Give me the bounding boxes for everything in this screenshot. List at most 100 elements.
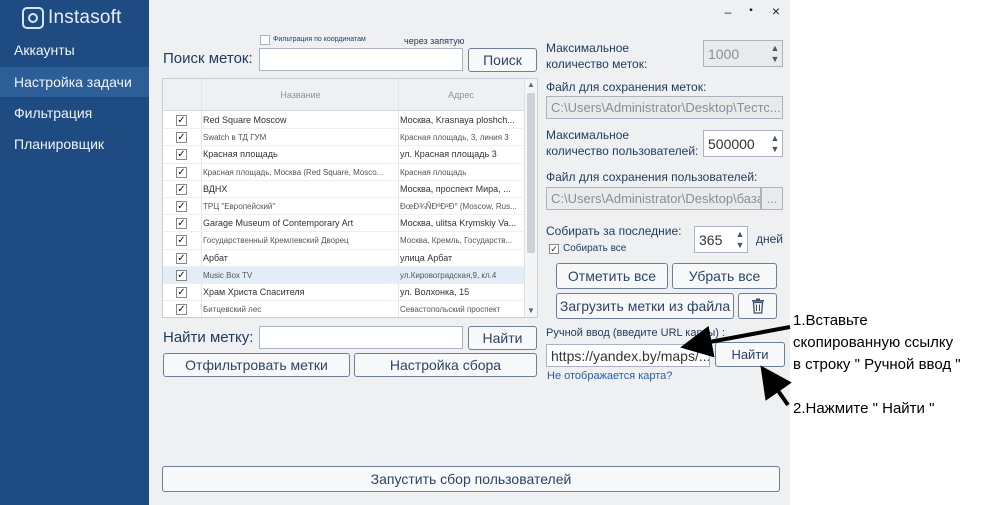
row-checkbox[interactable]: ✓ [176, 201, 187, 212]
search-input[interactable] [259, 48, 463, 71]
search-tags-label: Поиск меток: [163, 50, 253, 67]
manual-url-input[interactable]: https://yandex.by/maps/... [546, 344, 710, 367]
table-row[interactable]: ✓ Красная площадь ул. Красная площадь 3 [163, 146, 525, 164]
collect-period-label: Собирать за последние: [546, 224, 682, 238]
row-name: Garage Museum of Contemporary Art [203, 218, 354, 229]
filter-coords-label: Фильтрация по координатам [273, 36, 366, 43]
table-row[interactable]: ✓ ТРЦ "Европейский" ÐœÐ¾ÑÐºÐ²Ð° (Moscow, R… [163, 198, 525, 216]
row-checkbox[interactable]: ✓ [176, 235, 187, 247]
table-row[interactable]: ✓ Государственный Кремлевский Дворец Москв… [163, 232, 525, 250]
row-address: ÐœÐ¾ÑÐºÐ²Ð° (Moscow, Rus... [400, 202, 517, 211]
start-collection-button[interactable]: Запустить сбор пользователей [162, 466, 780, 492]
find-tag-input[interactable] [259, 326, 463, 349]
max-tags-input[interactable]: 1000 ▲ ▼ [703, 40, 783, 67]
row-address: улица Арбат [400, 252, 453, 263]
row-checkbox[interactable]: ✓ [176, 287, 187, 298]
sidebar-item-scheduler[interactable]: Планировщик [0, 129, 149, 159]
map-not-shown-link[interactable]: Не отображается карта? [547, 370, 672, 382]
spin-up-icon[interactable]: ▲ [769, 43, 781, 54]
step1-text-line2: скопированную ссылку [793, 334, 954, 351]
scroll-thumb[interactable] [527, 93, 535, 253]
days-unit-label: дней [756, 232, 784, 246]
row-checkbox[interactable]: ✓ [176, 115, 187, 126]
row-address: Москва, ulitsa Krymskiy Va... [400, 218, 517, 229]
row-address: Севастопольский проспект [400, 305, 501, 315]
row-checkbox[interactable]: ✓ [176, 183, 187, 195]
table-row[interactable]: ✓ Арбат улица Арбат [163, 250, 525, 267]
row-checkbox[interactable]: ✓ [176, 132, 187, 144]
instruction-annotations: 1.Вставьте скопированную ссылку в строку… [790, 0, 999, 505]
table-row[interactable]: ✓ Red Square Moscow Москва, Krasnaya plosh… [163, 112, 525, 130]
table-row[interactable]: ✓ Garage Museum of Contemporary Art Москва… [163, 215, 525, 233]
step1-text-line1: 1.Вставьте [793, 312, 868, 329]
maximize-button[interactable]: ▪ [743, 5, 759, 16]
manual-input-label: Ручной ввод (введите URL карты) : [546, 327, 726, 339]
scroll-up-icon[interactable]: ▲ [525, 79, 537, 91]
step1-text-line3: в строку " Ручной ввод " [793, 356, 961, 373]
filter-coords-checkbox[interactable] [260, 35, 270, 45]
table-row[interactable]: ✓ Красная площадь, Москва (Red Square, Mo… [163, 164, 525, 181]
row-checkbox[interactable]: ✓ [176, 304, 187, 316]
row-address: ул. Красная площадь 3 [400, 149, 497, 160]
delete-button[interactable] [738, 293, 777, 319]
app-logo: Instasoft [22, 7, 122, 29]
minimize-button[interactable]: – [720, 5, 736, 19]
table-row[interactable]: ✓ Битцевский лес Севастопольский проспект [163, 301, 525, 317]
column-header-name[interactable]: Название [203, 79, 398, 111]
find-tag-button[interactable]: Найти [468, 326, 537, 350]
mark-all-button[interactable]: Отметить все [556, 263, 668, 289]
days-input[interactable]: 365 ▲ ▼ [694, 226, 748, 253]
row-name: Red Square Moscow [203, 115, 287, 125]
max-users-input[interactable]: 500000 ▲ ▼ [703, 130, 783, 157]
row-checkbox[interactable]: ✓ [176, 166, 187, 178]
sidebar-item-accounts[interactable]: Аккаунты [0, 35, 149, 65]
row-checkbox[interactable]: ✓ [176, 149, 187, 161]
scroll-down-icon[interactable]: ▼ [525, 305, 537, 317]
load-tags-from-file-button[interactable]: Загрузить метки из файла [556, 293, 734, 319]
collect-all-checkbox[interactable]: ✓ [549, 244, 559, 254]
row-name: Красная площадь, Москва (Red Square, Mos… [203, 167, 384, 177]
search-button[interactable]: Поиск [468, 48, 537, 72]
row-address: Москва, проспект Мира, ... [400, 183, 511, 194]
sidebar-item-filtering[interactable]: Фильтрация [0, 98, 149, 128]
row-address: ул. Волхонка, 15 [400, 287, 470, 297]
column-header-address[interactable]: Адрес [400, 79, 522, 111]
table-row[interactable]: ✓ ВДНХ Москва, проспект Мира, ... [163, 181, 525, 198]
spin-up-icon[interactable]: ▲ [769, 133, 781, 144]
row-name: Music Box TV [203, 270, 253, 280]
spin-down-icon[interactable]: ▼ [769, 144, 781, 155]
tags-table: Название Адрес ✓ Red Square Moscow Москва,… [162, 78, 538, 318]
table-row[interactable]: ✓ Swatch в ТД ГУМ Красная площадь, 3, лини… [163, 129, 525, 147]
row-checkbox[interactable]: ✓ [176, 218, 187, 230]
row-name: Храм Христа Спасителя [203, 287, 305, 297]
row-checkbox[interactable]: ✓ [176, 252, 187, 264]
filter-tags-button[interactable]: Отфильтровать метки [163, 353, 350, 377]
logo-text: Instasoft [48, 7, 122, 28]
row-name: Арбат [203, 252, 228, 263]
sidebar-item-task-settings[interactable]: Настройка задачи [0, 67, 149, 97]
row-address: Москва, Krasnaya ploshch... [400, 115, 515, 125]
unmark-all-button[interactable]: Убрать все [672, 263, 777, 289]
table-row[interactable]: ✓ Храм Христа Спасителя ул. Волхонка, 15 [163, 284, 525, 302]
row-address: Красная площадь [400, 167, 467, 177]
step2-text: 2.Нажмите " Найти " [793, 400, 935, 417]
table-header: Название Адрес [163, 79, 525, 111]
spin-up-icon[interactable]: ▲ [734, 229, 746, 240]
row-address: Красная площадь, 3, линия 3 [400, 133, 509, 143]
browse-users-file-button[interactable]: ... [761, 187, 783, 210]
row-name: Swatch в ТД ГУМ [203, 133, 267, 143]
users-file-path[interactable]: C:\Users\Administrator\Desktop\база [546, 187, 761, 210]
table-scrollbar[interactable]: ▲ ▼ [524, 79, 537, 317]
table-row[interactable]: ✓ Music Box TV ул.Кировоградская,9, кл.4 [163, 266, 525, 284]
max-tags-label: Максимальное количество меток: [546, 41, 648, 71]
row-checkbox[interactable]: ✓ [176, 269, 187, 281]
comma-hint-label: через запятую [404, 36, 465, 46]
tags-file-path[interactable]: C:\Users\Administrator\Desktop\Тестс... [546, 96, 783, 119]
manual-find-button[interactable]: Найти [715, 342, 785, 367]
row-address: Москва, Кремль, Государств... [400, 236, 513, 246]
spin-down-icon[interactable]: ▼ [769, 54, 781, 65]
close-button[interactable]: × [768, 3, 784, 19]
spin-down-icon[interactable]: ▼ [734, 240, 746, 251]
trash-icon [751, 298, 764, 314]
collection-settings-button[interactable]: Настройка сбора [354, 353, 537, 377]
